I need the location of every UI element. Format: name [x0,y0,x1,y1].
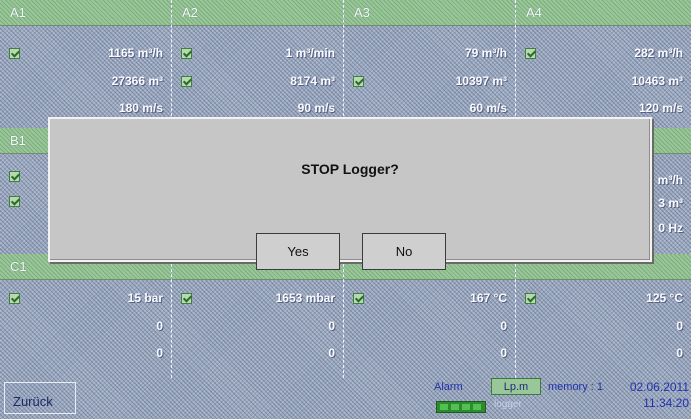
channel-a2[interactable]: A2 1 m³/min 8174 m³ 90 m/s [172,0,344,126]
yes-button[interactable]: Yes [256,233,340,270]
channel-header: A4 [516,0,691,26]
channel-header: A2 [172,0,343,26]
channel-checkbox[interactable] [353,76,364,87]
channel-value-1: 79 m³/h [464,46,507,60]
no-button[interactable]: No [362,233,446,270]
channel-checkbox[interactable] [9,48,20,59]
channel-value-1: 167 °C [470,291,507,305]
time-display: 11:34:20 [643,396,689,410]
channel-value-2: 0 [328,319,335,333]
memory-indicator: memory : 1 [548,381,604,393]
channel-checkbox[interactable] [525,293,536,304]
channel-checkbox[interactable] [9,293,20,304]
channel-value-2: 3 m³ [658,196,683,210]
channel-a1[interactable]: A1 1165 m³/h 27366 m³ 180 m/s [0,0,172,126]
stop-logger-dialog: STOP Logger? Yes No [48,117,652,270]
channel-value-2: 10397 m³ [455,74,507,88]
channel-checkbox[interactable] [9,196,20,207]
device-screen: A1 1165 m³/h 27366 m³ 180 m/s A2 1 m³/mi… [0,0,691,419]
channel-value-1: 125 °C [646,291,683,305]
channel-value-3: 0 [328,346,335,360]
back-button[interactable]: Zurück [4,382,76,414]
channel-checkbox[interactable] [181,48,192,59]
channel-c3[interactable]: 167 °C 0 0 [344,254,516,378]
channel-value-3: 0 [500,346,507,360]
channel-value-1: m³/h [657,173,683,187]
channel-value-3: 0 [676,346,683,360]
dialog-title: STOP Logger? [301,161,399,177]
channel-value-3: 0 Hz [658,221,683,235]
channel-checkbox[interactable] [181,76,192,87]
channel-value-3: 60 m/s [469,101,507,115]
channel-header: A3 [344,0,515,26]
channel-value-1: 1653 mbar [275,291,335,305]
channel-checkbox[interactable] [9,171,20,182]
channel-value-3: 120 m/s [638,101,683,115]
row-a: A1 1165 m³/h 27366 m³ 180 m/s A2 1 m³/mi… [0,0,691,126]
date-display: 02.06.2011 [629,380,689,394]
channel-value-2: 0 [156,319,163,333]
lpm-indicator: Lp.m [491,378,541,395]
channel-checkbox[interactable] [181,293,192,304]
channel-value-2: 0 [676,319,683,333]
channel-value-1: 15 bar [127,291,163,305]
channel-checkbox[interactable] [353,293,364,304]
logger-status-leds [436,401,486,413]
channel-header: A1 [0,0,171,26]
channel-c2[interactable]: 1653 mbar 0 0 [172,254,344,378]
channel-value-1: 1165 m³/h [108,46,163,60]
alarm-indicator[interactable]: Alarm [434,381,463,393]
channel-value-3: 90 m/s [297,101,335,115]
channel-a3[interactable]: A3 79 m³/h 10397 m³ 60 m/s [344,0,516,126]
channel-value-2: 10463 m³ [631,74,683,88]
channel-value-3: 180 m/s [118,101,163,115]
channel-checkbox[interactable] [525,48,536,59]
channel-value-1: 1 m³/min [285,46,335,60]
channel-value-3: 0 [156,346,163,360]
logger-label: logger [494,399,522,410]
channel-c1[interactable]: C1 15 bar 0 0 [0,254,172,378]
channel-value-2: 27366 m³ [111,74,163,88]
channel-a4[interactable]: A4 282 m³/h 10463 m³ 120 m/s [516,0,691,126]
channel-value-1: 282 m³/h [634,46,683,60]
channel-value-2: 0 [500,319,507,333]
channel-c4[interactable]: 125 °C 0 0 [516,254,691,378]
row-c: C1 15 bar 0 0 1653 mbar 0 0 167 °C 0 0 1… [0,254,691,378]
channel-value-2: 8174 m³ [290,74,335,88]
